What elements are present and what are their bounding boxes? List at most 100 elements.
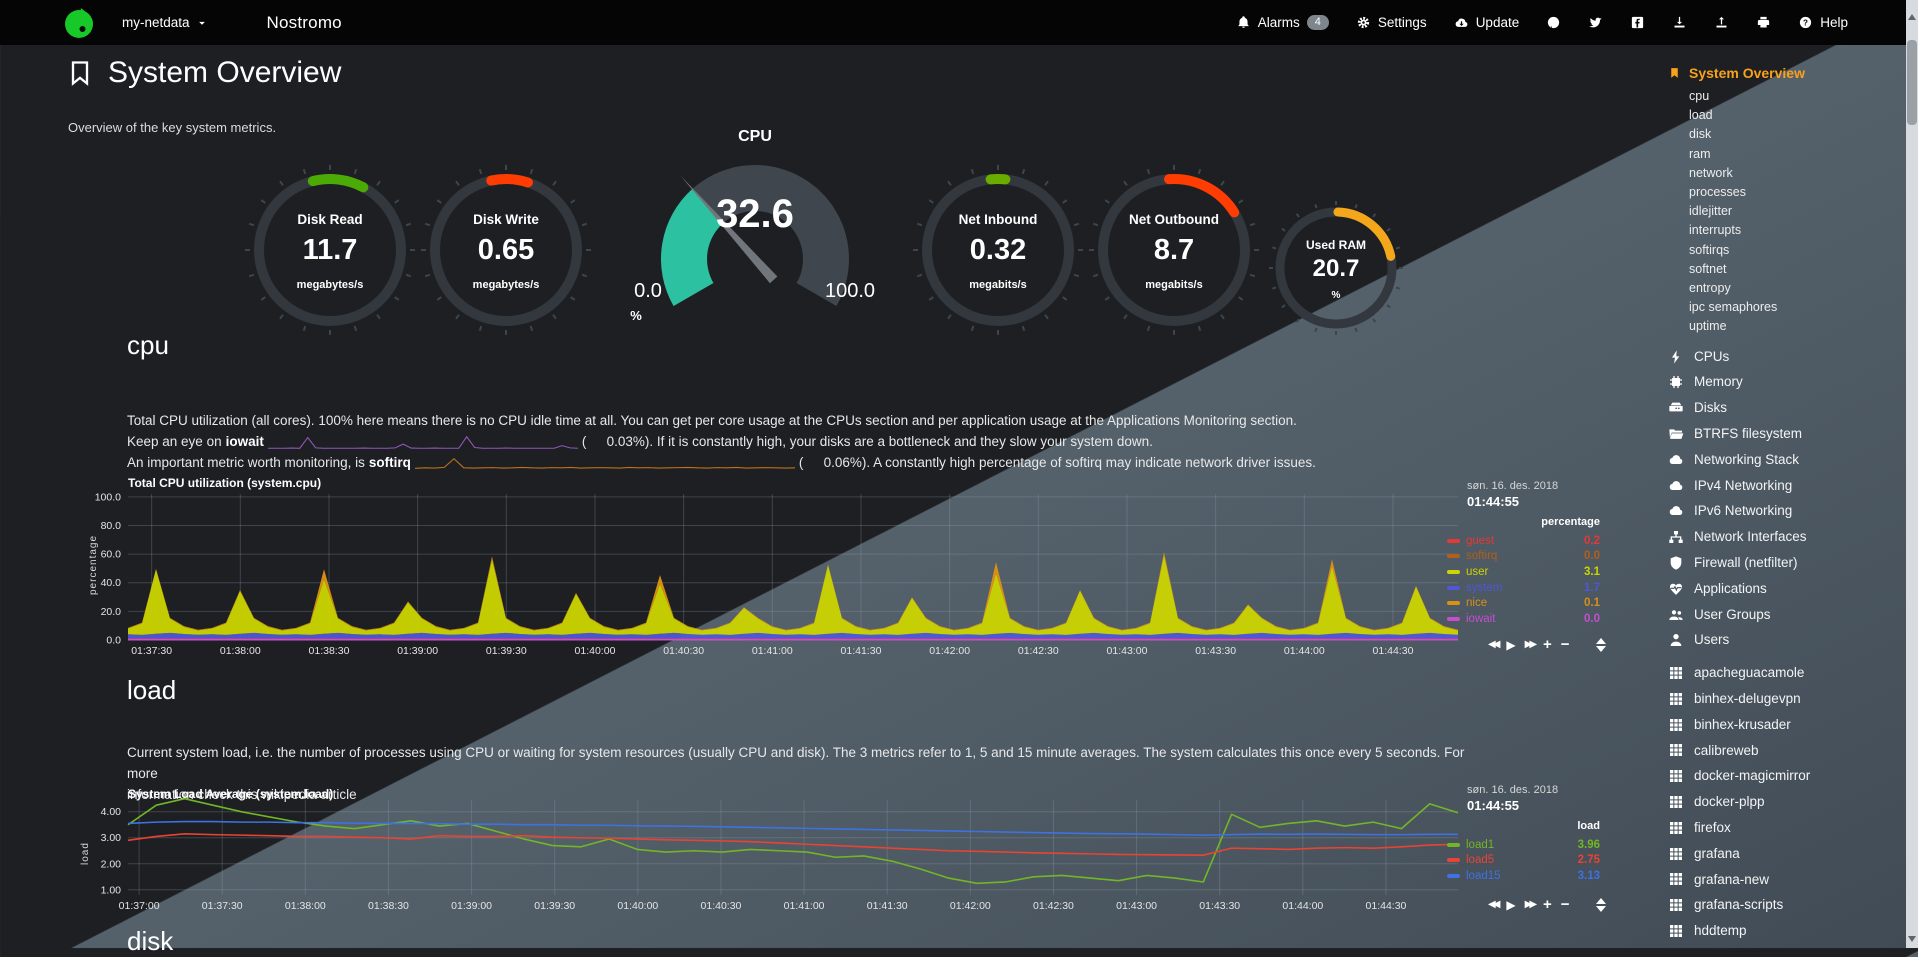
sidebar-item-calibreweb[interactable]: calibreweb xyxy=(1668,738,1906,764)
sidebar-item-interrupts[interactable]: interrupts xyxy=(1689,221,1906,240)
scrollbar-thumb[interactable] xyxy=(1907,40,1917,125)
sidebar-item-idlejitter[interactable]: idlejitter xyxy=(1689,202,1906,221)
sidebar-item-docker-plpp[interactable]: docker-plpp xyxy=(1668,789,1906,815)
sidebar-item-load[interactable]: load xyxy=(1689,106,1906,125)
sidebar-item-system-overview[interactable]: System Overview xyxy=(1668,65,1906,81)
gauge-disk-read[interactable]: Disk Read11.7megabytes/s xyxy=(242,162,418,338)
sidebar-item-network[interactable]: network xyxy=(1689,164,1906,183)
iowait-sparkline-chart[interactable] xyxy=(268,434,578,450)
netdata-logo-icon[interactable] xyxy=(62,6,96,40)
sidebar-item-users[interactable]: Users xyxy=(1668,627,1906,653)
sidebar-item-btrfs-filesystem[interactable]: BTRFS filesystem xyxy=(1668,421,1906,447)
zoom-in-button[interactable]: + xyxy=(1543,896,1552,913)
facebook-icon xyxy=(1630,15,1645,30)
load-legend-time: 01:44:55 xyxy=(1467,798,1519,813)
pan-forward-button[interactable]: ▶▶ xyxy=(1525,899,1534,910)
cpu-description-line2: Keep an eye on iowait ( 0.03%). If it is… xyxy=(127,431,1467,452)
resize-up-icon xyxy=(1596,638,1606,644)
sidebar-item-grafana[interactable]: grafana xyxy=(1668,841,1906,867)
sidebar-item-ram[interactable]: ram xyxy=(1689,145,1906,164)
gauge-used-ram[interactable]: Used RAM20.7% xyxy=(1266,198,1406,338)
legend-row-load15[interactable]: load153.13 xyxy=(1447,868,1600,884)
export-snapshot-button[interactable] xyxy=(1672,15,1687,30)
update-button[interactable]: Update xyxy=(1454,15,1520,30)
sidebar-item-network-interfaces[interactable]: Network Interfaces xyxy=(1668,524,1906,550)
sidebar-item-user-groups[interactable]: User Groups xyxy=(1668,602,1906,628)
settings-button[interactable]: Settings xyxy=(1356,15,1427,30)
sidebar-item-processes[interactable]: processes xyxy=(1689,183,1906,202)
grid-icon xyxy=(1668,742,1684,758)
sidebar-item-ipv4-networking[interactable]: IPv4 Networking xyxy=(1668,473,1906,499)
sidebar-item-disk[interactable]: disk xyxy=(1689,125,1906,144)
zoom-out-button[interactable]: − xyxy=(1561,636,1570,653)
legend-swatch xyxy=(1447,874,1460,878)
load-chart-canvas[interactable]: 01:37:0001:37:3001:38:0001:38:3001:39:00… xyxy=(128,800,1468,920)
gauge-disk-write[interactable]: Disk Write0.65megabytes/s xyxy=(418,162,594,338)
x-tick: 01:41:30 xyxy=(867,900,908,912)
sidebar-app-list: apacheguacamolebinhex-delugevpnbinhex-kr… xyxy=(1668,660,1906,944)
legend-row-guest[interactable]: guest0.2 xyxy=(1447,533,1600,549)
sidebar-item-grafana-scripts[interactable]: grafana-scripts xyxy=(1668,892,1906,918)
sidebar-item-networking-stack[interactable]: Networking Stack xyxy=(1668,447,1906,473)
github-link[interactable] xyxy=(1546,15,1561,30)
load-chart-resize-handle[interactable] xyxy=(1596,898,1606,912)
facebook-link[interactable] xyxy=(1630,15,1645,30)
print-button[interactable] xyxy=(1756,15,1771,30)
hdd-icon xyxy=(1668,400,1684,416)
play-button[interactable]: ▶ xyxy=(1506,898,1515,912)
sidebar-item-cpus[interactable]: CPUs xyxy=(1668,344,1906,370)
sidebar-item-grafana-new[interactable]: grafana-new xyxy=(1668,867,1906,893)
legend-row-load5[interactable]: load52.75 xyxy=(1447,853,1600,869)
legend-row-softirq[interactable]: softirq0.0 xyxy=(1447,549,1600,565)
sidebar-item-firefox[interactable]: firefox xyxy=(1668,815,1906,841)
cpu-legend-time: 01:44:55 xyxy=(1467,494,1519,509)
zoom-in-button[interactable]: + xyxy=(1543,636,1552,653)
twitter-link[interactable] xyxy=(1588,15,1603,30)
cpu-gauge-chart[interactable]: CPU 32.6 0.0 % 100.0 xyxy=(612,128,898,333)
legend-row-iowait[interactable]: iowait0.0 xyxy=(1447,611,1600,627)
zoom-out-button[interactable]: − xyxy=(1561,896,1570,913)
sidebar-item-hddtemp[interactable]: hddtemp xyxy=(1668,918,1906,944)
page-scrollbar[interactable] xyxy=(1906,0,1918,948)
play-button[interactable]: ▶ xyxy=(1506,638,1515,652)
legend-name: nice xyxy=(1466,597,1487,609)
scroll-down-arrow[interactable] xyxy=(1908,936,1916,942)
sidebar-item-disks[interactable]: Disks xyxy=(1668,395,1906,421)
hostname-dropdown[interactable]: my-netdata xyxy=(122,15,209,30)
sidebar-item-ipc-semaphores[interactable]: ipc semaphores xyxy=(1689,298,1906,317)
gauge-label: Disk Write xyxy=(418,212,594,227)
scroll-up-arrow[interactable] xyxy=(1908,14,1916,20)
gauge-net-outbound[interactable]: Net Outbound8.7megabits/s xyxy=(1086,162,1262,338)
sidebar-item-binhex-delugevpn[interactable]: binhex-delugevpn xyxy=(1668,686,1906,712)
sidebar-item-apacheguacamole[interactable]: apacheguacamole xyxy=(1668,660,1906,686)
cpu-chart-canvas[interactable]: 01:37:3001:38:0001:38:3001:39:0001:39:30… xyxy=(128,494,1468,665)
help-button[interactable]: Help xyxy=(1798,15,1848,30)
legend-row-nice[interactable]: nice0.1 xyxy=(1447,595,1600,611)
alarms-button[interactable]: Alarms 4 xyxy=(1236,15,1329,30)
pan-forward-button[interactable]: ▶▶ xyxy=(1525,639,1534,650)
sidebar-item-firewall-netfilter-[interactable]: Firewall (netfilter) xyxy=(1668,550,1906,576)
sidebar-item-softirqs[interactable]: softirqs xyxy=(1689,241,1906,260)
sidebar-item-cpu[interactable]: cpu xyxy=(1689,87,1906,106)
sidebar-item-softnet[interactable]: softnet xyxy=(1689,260,1906,279)
gauge-net-inbound[interactable]: Net Inbound0.32megabits/s xyxy=(910,162,1086,338)
sidebar-sub-list: cpuloaddiskramnetworkprocessesidlejitter… xyxy=(1668,87,1906,337)
legend-swatch xyxy=(1447,617,1460,621)
softirq-sparkline-chart[interactable] xyxy=(415,455,795,471)
sidebar-item-ipv6-networking[interactable]: IPv6 Networking xyxy=(1668,498,1906,524)
sidebar-item-uptime[interactable]: uptime xyxy=(1689,317,1906,336)
x-tick: 01:39:30 xyxy=(534,900,575,912)
sidebar-item-memory[interactable]: Memory xyxy=(1668,369,1906,395)
pan-backward-button[interactable]: ◀◀ xyxy=(1488,899,1497,910)
cpu-chart-resize-handle[interactable] xyxy=(1596,638,1606,652)
legend-row-load1[interactable]: load13.96 xyxy=(1447,837,1600,853)
sidebar-item-applications[interactable]: Applications xyxy=(1668,576,1906,602)
legend-row-system[interactable]: system1.7 xyxy=(1447,580,1600,596)
sidebar-item-entropy[interactable]: entropy xyxy=(1689,279,1906,298)
import-snapshot-button[interactable] xyxy=(1714,15,1729,30)
y-tick: 60.0 xyxy=(101,549,122,561)
sidebar-item-binhex-krusader[interactable]: binhex-krusader xyxy=(1668,712,1906,738)
legend-row-user[interactable]: user3.1 xyxy=(1447,564,1600,580)
sidebar-item-docker-magicmirror[interactable]: docker-magicmirror xyxy=(1668,763,1906,789)
pan-backward-button[interactable]: ◀◀ xyxy=(1488,639,1497,650)
